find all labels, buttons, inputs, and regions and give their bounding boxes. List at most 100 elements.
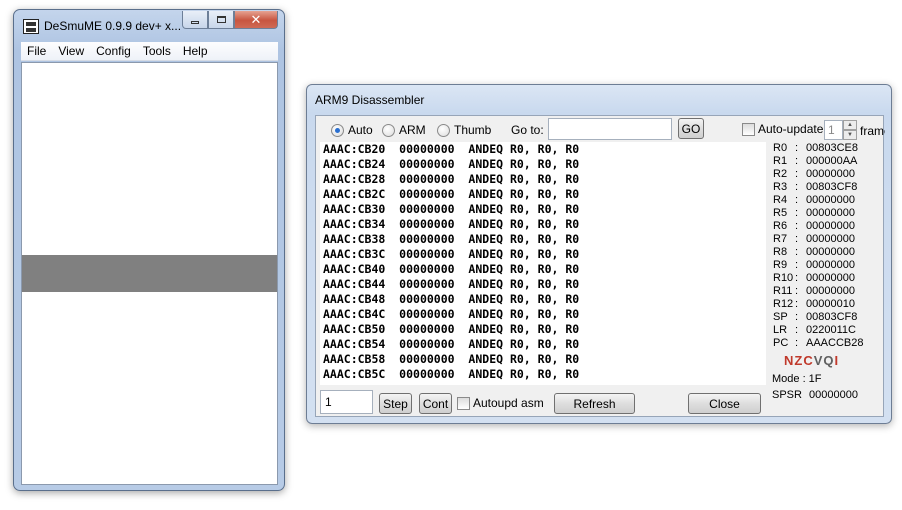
disasm-instruction: ANDEQ R0, R0, R0 [468, 217, 580, 231]
register-separator: : [795, 272, 799, 284]
close-button[interactable]: Close [688, 393, 761, 414]
register-row: R5:00000000 [773, 207, 883, 220]
disasm-opcode: 00000000 [399, 247, 455, 261]
disasm-instruction: ANDEQ R0, R0, R0 [468, 367, 580, 381]
disasm-instruction: ANDEQ R0, R0, R0 [468, 157, 580, 171]
register-value: 00000000 [806, 285, 855, 297]
spin-up-icon[interactable]: ▲ [843, 120, 857, 130]
disasm-instruction: ANDEQ R0, R0, R0 [468, 262, 580, 276]
mode-thumb-radio[interactable]: Thumb [437, 123, 491, 137]
register-separator: : [795, 337, 799, 349]
close-window-button[interactable]: ✕ [234, 11, 278, 29]
go-button[interactable]: GO [678, 118, 704, 139]
desmume-titlebar[interactable]: DeSmuME 0.9.9 dev+ x... ✕ [14, 10, 284, 42]
flag-q: Q [823, 353, 835, 368]
disasm-opcode: 00000000 [399, 157, 455, 171]
disasm-line[interactable]: AAAC:CB58 00000000 ANDEQ R0, R0, R0 [320, 352, 766, 367]
register-name: R2 [773, 168, 788, 180]
disasm-line[interactable]: AAAC:CB3C 00000000 ANDEQ R0, R0, R0 [320, 247, 766, 262]
maximize-button[interactable] [208, 11, 234, 29]
register-name: SP [773, 311, 788, 323]
register-row: R4:00000000 [773, 194, 883, 207]
disasm-line[interactable]: AAAC:CB4C 00000000 ANDEQ R0, R0, R0 [320, 307, 766, 322]
register-name: R12 [773, 298, 794, 310]
step-count-input[interactable] [320, 390, 373, 414]
mode-arm-radio[interactable]: ARM [382, 123, 426, 137]
disasm-line[interactable]: AAAC:CB44 00000000 ANDEQ R0, R0, R0 [320, 277, 766, 292]
register-row: R8:00000000 [773, 246, 883, 259]
register-name: R9 [773, 259, 788, 271]
goto-address-input[interactable] [548, 118, 672, 140]
register-name: R8 [773, 246, 788, 258]
frames-spinner[interactable]: ▲ ▼ [843, 120, 857, 140]
mode-auto-label: Auto [348, 123, 373, 137]
menu-help[interactable]: Help [177, 44, 214, 58]
disasm-opcode: 00000000 [399, 277, 455, 291]
disasm-instruction: ANDEQ R0, R0, R0 [468, 292, 580, 306]
disassembler-title: ARM9 Disassembler [315, 93, 425, 107]
menu-tools[interactable]: Tools [137, 44, 177, 58]
disasm-instruction: ANDEQ R0, R0, R0 [468, 337, 580, 351]
arm9-disassembler-window: ARM9 Disassembler Auto ARM Thumb Go to: … [306, 84, 892, 424]
disasm-line[interactable]: AAAC:CB30 00000000 ANDEQ R0, R0, R0 [320, 202, 766, 217]
flag-i: I [834, 353, 840, 368]
disasm-line[interactable]: AAAC:CB54 00000000 ANDEQ R0, R0, R0 [320, 337, 766, 352]
register-value: 00000000 [806, 220, 855, 232]
register-separator: : [795, 181, 799, 193]
disasm-opcode: 00000000 [399, 202, 455, 216]
disasm-address: AAAC:CB20 [323, 142, 386, 156]
disasm-instruction: ANDEQ R0, R0, R0 [468, 307, 580, 321]
disasm-address: AAAC:CB30 [323, 202, 386, 216]
disasm-line[interactable]: AAAC:CB48 00000000 ANDEQ R0, R0, R0 [320, 292, 766, 307]
disassembly-listing[interactable]: AAAC:CB20 00000000 ANDEQ R0, R0, R0 AAAC:… [320, 142, 766, 385]
register-value: 00000000 [806, 272, 855, 284]
disasm-address: AAAC:CB50 [323, 322, 386, 336]
autoupd-asm-checkbox[interactable]: Autoupd asm [457, 396, 544, 410]
register-name: LR [773, 324, 788, 336]
ds-screen-area[interactable] [21, 62, 278, 485]
register-row: R11:00000000 [773, 285, 883, 298]
disasm-address: AAAC:CB3C [323, 247, 386, 261]
desmume-menubar: File View Config Tools Help [21, 42, 278, 61]
menu-view[interactable]: View [52, 44, 90, 58]
disasm-opcode: 00000000 [399, 217, 455, 231]
frames-input[interactable]: 1 [824, 120, 843, 140]
disasm-opcode: 00000000 [399, 232, 455, 246]
disasm-address: AAAC:CB48 [323, 292, 386, 306]
disasm-line[interactable]: AAAC:CB5C 00000000 ANDEQ R0, R0, R0 [320, 367, 766, 382]
register-row: R12:00000010 [773, 298, 883, 311]
register-row: R9:00000000 [773, 259, 883, 272]
register-value: AAACCB28 [806, 337, 864, 349]
disasm-instruction: ANDEQ R0, R0, R0 [468, 172, 580, 186]
disasm-line[interactable]: AAAC:CB38 00000000 ANDEQ R0, R0, R0 [320, 232, 766, 247]
disasm-opcode: 00000000 [399, 307, 455, 321]
flag-c: C [803, 353, 814, 368]
step-button[interactable]: Step [379, 393, 412, 414]
disasm-instruction: ANDEQ R0, R0, R0 [468, 247, 580, 261]
disasm-line[interactable]: AAAC:CB40 00000000 ANDEQ R0, R0, R0 [320, 262, 766, 277]
disasm-instruction: ANDEQ R0, R0, R0 [468, 322, 580, 336]
register-value: 00000000 [806, 194, 855, 206]
disasm-instruction: ANDEQ R0, R0, R0 [468, 142, 580, 156]
disasm-line[interactable]: AAAC:CB20 00000000 ANDEQ R0, R0, R0 [320, 142, 766, 157]
register-value: 00000000 [806, 168, 855, 180]
mode-auto-radio[interactable]: Auto [331, 123, 373, 137]
spin-down-icon[interactable]: ▼ [843, 130, 857, 140]
disasm-line[interactable]: AAAC:CB24 00000000 ANDEQ R0, R0, R0 [320, 157, 766, 172]
desmume-app-icon [23, 19, 39, 34]
menu-config[interactable]: Config [90, 44, 137, 58]
disasm-line[interactable]: AAAC:CB28 00000000 ANDEQ R0, R0, R0 [320, 172, 766, 187]
radio-icon [382, 123, 395, 137]
autoupd-asm-label: Autoupd asm [473, 396, 544, 410]
disasm-instruction: ANDEQ R0, R0, R0 [468, 352, 580, 366]
menu-file[interactable]: File [21, 44, 52, 58]
cont-button[interactable]: Cont [419, 393, 452, 414]
auto-update-checkbox[interactable]: Auto-update [742, 122, 823, 136]
disasm-line[interactable]: AAAC:CB34 00000000 ANDEQ R0, R0, R0 [320, 217, 766, 232]
refresh-button[interactable]: Refresh [554, 393, 635, 414]
disasm-line[interactable]: AAAC:CB2C 00000000 ANDEQ R0, R0, R0 [320, 187, 766, 202]
disasm-line[interactable]: AAAC:CB50 00000000 ANDEQ R0, R0, R0 [320, 322, 766, 337]
disasm-opcode: 00000000 [399, 337, 455, 351]
register-separator: : [795, 298, 799, 310]
minimize-button[interactable] [182, 11, 208, 29]
